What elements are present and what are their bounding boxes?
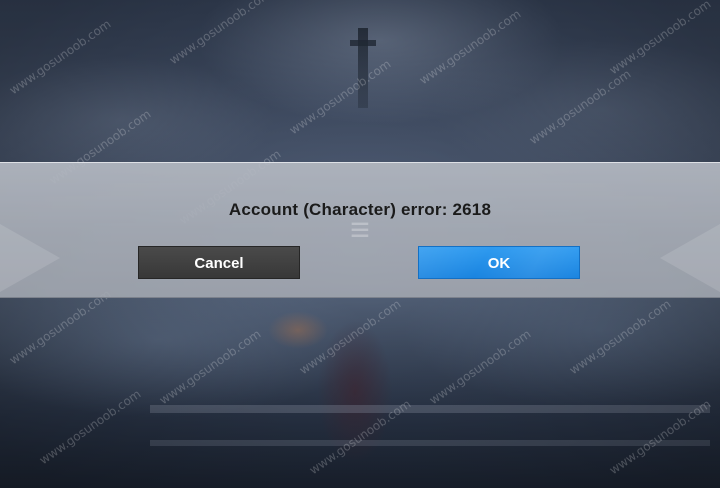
dialog-chevron-left-decoration [0, 224, 60, 292]
ok-button-label: OK [487, 255, 511, 272]
dialog-chevron-right-decoration [660, 224, 720, 292]
cancel-button[interactable]: Cancel [138, 246, 300, 279]
ok-button[interactable]: OK [418, 246, 580, 279]
cancel-button-label: Cancel [194, 255, 244, 272]
error-message: Account (Character) error: 2618 [228, 200, 492, 219]
